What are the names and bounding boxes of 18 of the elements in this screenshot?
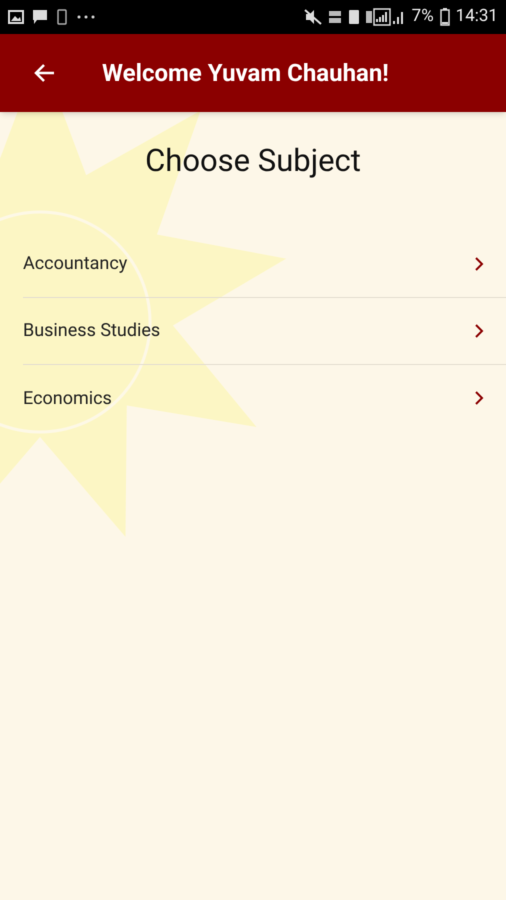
subject-item[interactable]: Economics: [23, 364, 506, 432]
chevron-right-icon: [474, 390, 484, 406]
battery-percent: 7%: [412, 5, 434, 28]
chevron-right-icon: [474, 256, 484, 272]
signal-icon: [366, 8, 406, 26]
more-icon: [76, 14, 96, 20]
sim-icon: [348, 9, 360, 25]
mute-icon: [304, 9, 322, 25]
app-bar-title: Welcome Yuvam Chauhan!: [102, 58, 389, 89]
subject-item[interactable]: Business Studies: [23, 298, 506, 364]
phone-icon: [56, 9, 68, 25]
chevron-right-icon: [474, 322, 484, 338]
battery-icon: [440, 8, 450, 26]
clock: 14:31: [456, 5, 498, 28]
page-heading: Choose Subject: [144, 141, 362, 181]
image-icon: [8, 10, 24, 24]
chat-icon: [32, 9, 48, 25]
subject-item[interactable]: Accountancy: [23, 230, 506, 298]
